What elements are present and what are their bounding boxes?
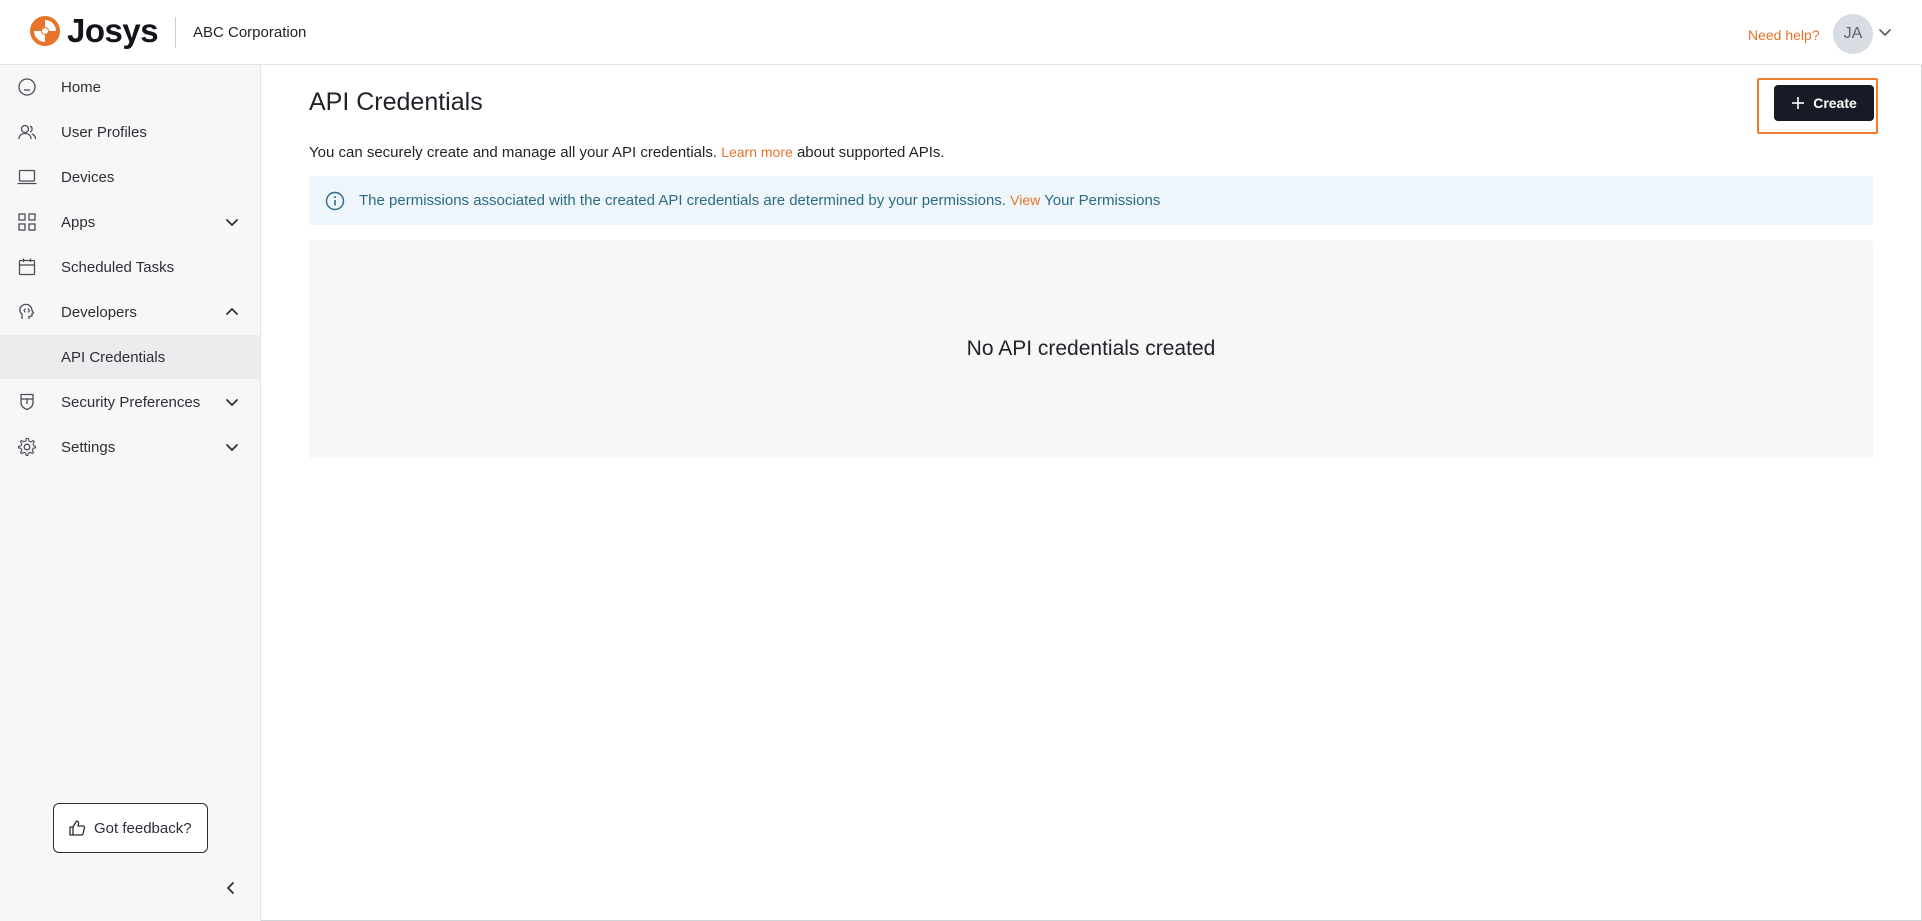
sidebar-item-developers[interactable]: Developers bbox=[0, 290, 260, 334]
developer-icon bbox=[19, 303, 35, 319]
header-divider bbox=[175, 17, 176, 48]
sidebar-item-user-profiles[interactable]: User Profiles bbox=[0, 110, 260, 154]
sidebar-item-label: Settings bbox=[61, 438, 116, 456]
permissions-info-banner: The permissions associated with the crea… bbox=[309, 176, 1873, 225]
info-icon bbox=[325, 191, 345, 211]
sidebar-item-label: Apps bbox=[61, 213, 96, 231]
chevron-down-icon[interactable] bbox=[1877, 24, 1893, 40]
view-permissions-link[interactable]: View bbox=[1010, 192, 1040, 208]
feedback-button[interactable]: Got feedback? bbox=[53, 803, 208, 853]
info-text: The permissions associated with the crea… bbox=[359, 192, 1160, 209]
brand-name: Josys bbox=[67, 12, 159, 49]
sidebar-item-security-preferences[interactable]: Security Preferences bbox=[0, 380, 260, 424]
sidebar-item-scheduled-tasks[interactable]: Scheduled Tasks bbox=[0, 245, 260, 289]
shield-icon bbox=[20, 393, 34, 411]
need-help-link[interactable]: Need help? bbox=[1748, 27, 1820, 43]
sidebar-item-label: Scheduled Tasks bbox=[61, 258, 175, 276]
description-text-end: about supported APIs. bbox=[796, 144, 945, 161]
top-header: Josys ABC Corporation Need help? JA bbox=[0, 0, 1922, 65]
user-avatar[interactable]: JA bbox=[1833, 14, 1873, 54]
empty-state-panel: No API credentials created bbox=[309, 240, 1873, 458]
gear-icon bbox=[17, 437, 37, 457]
sidebar-item-label: Devices bbox=[61, 168, 115, 186]
create-button[interactable]: Create bbox=[1774, 85, 1874, 121]
sidebar-item-label: User Profiles bbox=[61, 123, 147, 141]
calendar-icon bbox=[18, 258, 36, 276]
plus-icon bbox=[1792, 97, 1805, 109]
sidebar-item-settings[interactable]: Settings bbox=[0, 425, 260, 469]
app-frame bbox=[0, 0, 1922, 921]
sidebar-item-label: API Credentials bbox=[61, 348, 166, 366]
laptop-icon bbox=[17, 169, 37, 185]
sidebar-item-label: Home bbox=[61, 78, 102, 96]
chevron-down-icon[interactable] bbox=[224, 439, 240, 455]
users-icon bbox=[18, 124, 37, 140]
learn-more-link[interactable]: Learn more bbox=[721, 144, 793, 160]
home-icon bbox=[18, 78, 36, 96]
thumbs-up-icon bbox=[69, 820, 86, 836]
create-button-label: Create bbox=[1813, 95, 1857, 111]
page-title: API Credentials bbox=[309, 88, 483, 116]
your-permissions-text[interactable]: Your Permissions bbox=[1044, 192, 1160, 209]
organization-name: ABC Corporation bbox=[193, 24, 307, 41]
sidebar: Home User Profiles Devices Apps Schedule… bbox=[0, 65, 261, 921]
josys-logo-icon bbox=[30, 16, 60, 46]
sidebar-item-devices[interactable]: Devices bbox=[0, 155, 260, 199]
chevron-down-icon[interactable] bbox=[224, 214, 240, 230]
sidebar-item-apps[interactable]: Apps bbox=[0, 200, 260, 244]
collapse-sidebar-icon[interactable] bbox=[223, 880, 239, 896]
sidebar-item-label: Security Preferences bbox=[61, 393, 201, 411]
chevron-down-icon[interactable] bbox=[224, 394, 240, 410]
feedback-label: Got feedback? bbox=[94, 819, 192, 837]
sidebar-item-api-credentials[interactable]: API Credentials bbox=[0, 335, 260, 379]
chevron-up-icon[interactable] bbox=[224, 304, 240, 320]
sidebar-item-label: Developers bbox=[61, 303, 137, 321]
brand-logo[interactable]: Josys bbox=[29, 12, 159, 49]
grid-icon bbox=[18, 213, 36, 231]
page-description: You can securely create and manage all y… bbox=[309, 144, 945, 161]
empty-state-message: No API credentials created bbox=[966, 337, 1216, 360]
info-message: The permissions associated with the crea… bbox=[359, 192, 1006, 209]
description-text: You can securely create and manage all y… bbox=[309, 144, 718, 161]
sidebar-item-home[interactable]: Home bbox=[0, 65, 260, 109]
